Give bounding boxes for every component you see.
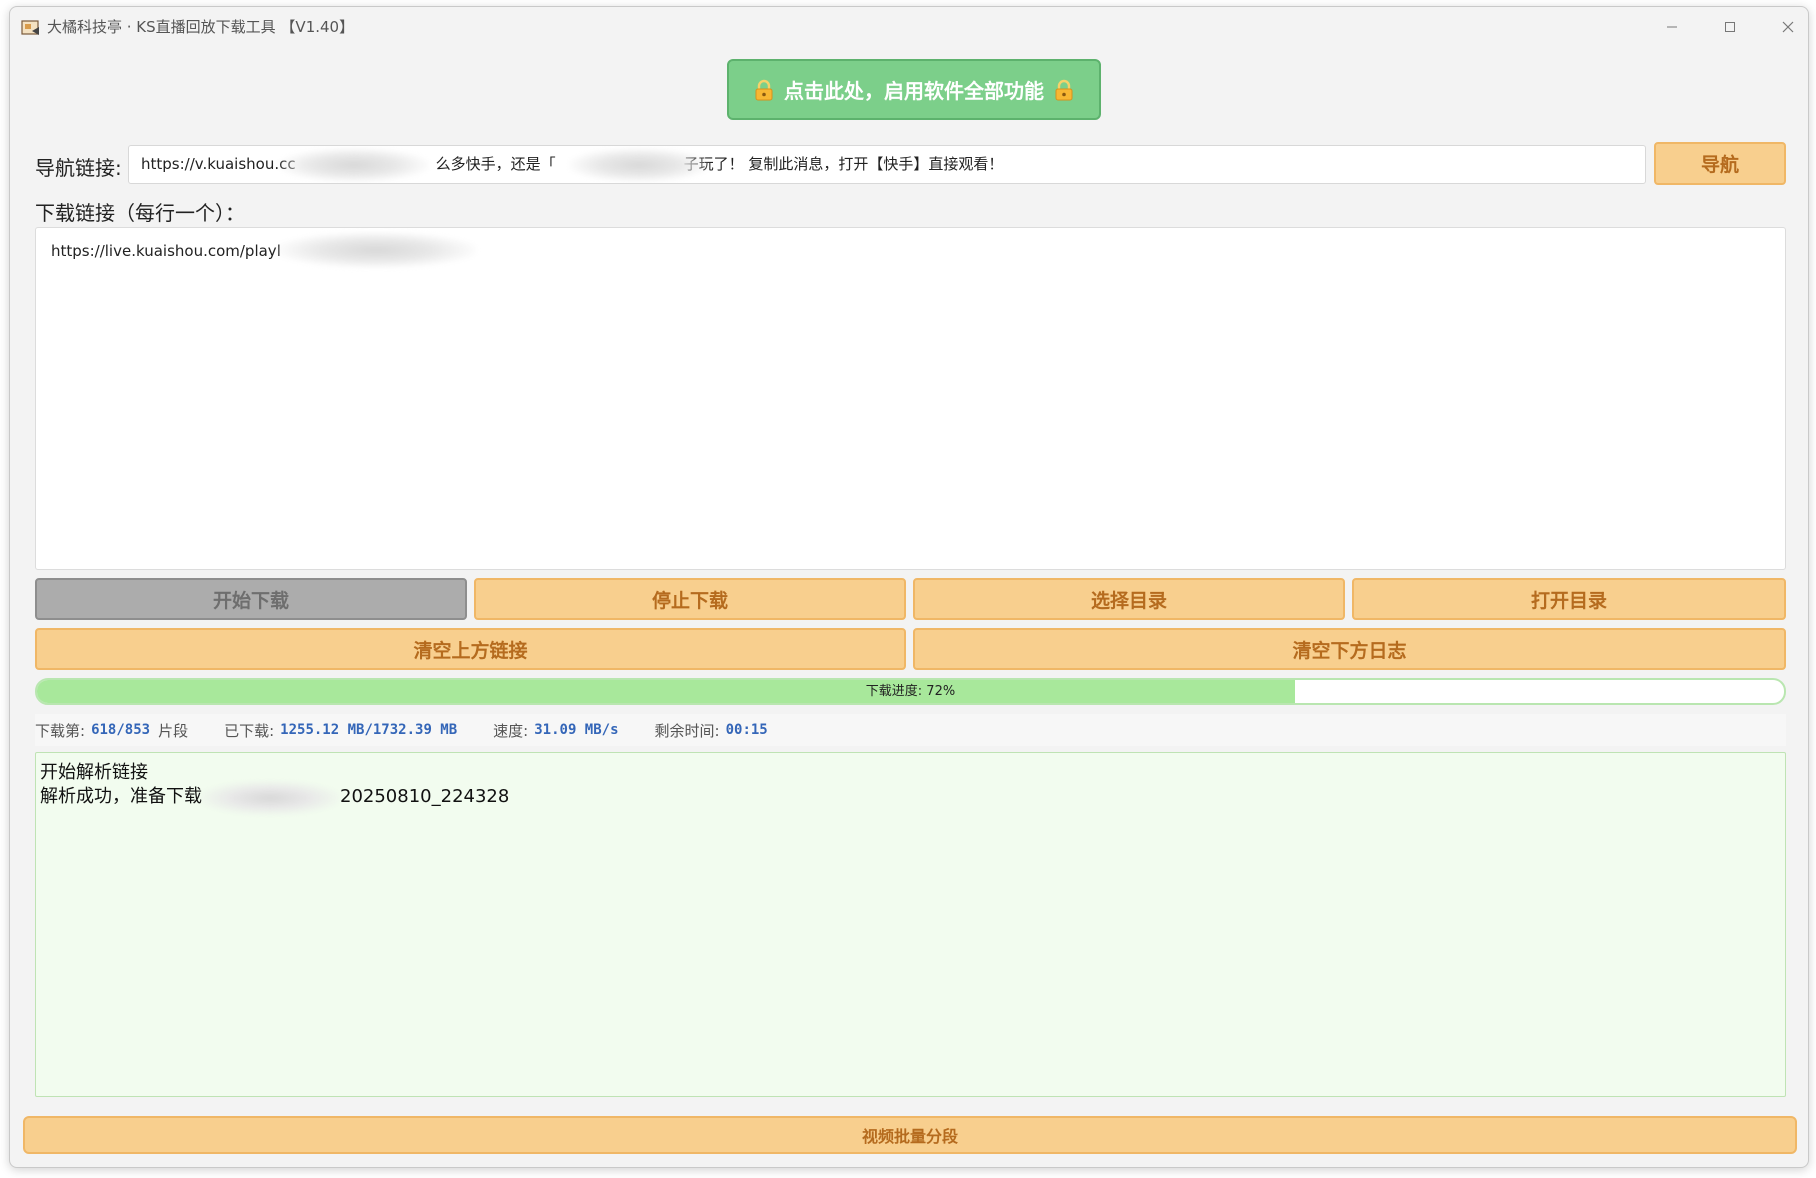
download-links-label: 下载链接（每行一个）： <box>35 201 245 225</box>
minimize-button[interactable] <box>1643 7 1701 47</box>
download-stats: 下载第: 618/853 片段 已下载: 1255.12 MB/1732.39 … <box>35 714 1786 746</box>
remaining-label: 剩余时间: <box>654 721 720 740</box>
redacted-blur <box>279 148 429 182</box>
maximize-button[interactable] <box>1701 7 1759 47</box>
redacted-blur <box>276 232 476 268</box>
choose-directory-button[interactable]: 选择目录 <box>913 578 1345 620</box>
nav-link-value-start: https://v.kuaishou.cc <box>141 155 296 173</box>
batch-segment-button[interactable]: 视频批量分段 <box>23 1116 1797 1154</box>
remaining-value: 00:15 <box>725 722 768 738</box>
download-progress-bar: 下载进度: 72% <box>35 678 1786 705</box>
log-line: 解析成功，准备下载 20250810_224328 <box>40 781 1781 815</box>
redacted-blur <box>569 148 709 182</box>
download-link-value: https://live.kuaishou.com/playl <box>51 242 281 260</box>
segment-stat: 下载第: 618/853 片段 <box>35 720 188 741</box>
redacted-blur <box>200 781 340 815</box>
speed-value: 31.09 MB/s <box>534 722 619 738</box>
lock-icon <box>1055 79 1073 100</box>
log-line-suffix: 20250810_224328 <box>340 786 510 807</box>
downloaded-value: 1255.12 MB/1732.39 MB <box>280 722 458 738</box>
segment-label: 下载第: <box>35 721 86 740</box>
segment-unit: 片段 <box>158 721 189 740</box>
unlock-label: 点击此处，启用软件全部功能 <box>784 79 1044 103</box>
remaining-stat: 剩余时间: 00:15 <box>655 720 768 741</box>
progress-label: 下载进度: 72% <box>865 684 956 699</box>
navigate-button[interactable]: 导航 <box>1654 142 1786 185</box>
speed-stat: 速度: 31.09 MB/s <box>493 720 618 741</box>
minimize-icon <box>1667 26 1677 28</box>
app-logo-icon <box>21 20 39 35</box>
download-links-textarea[interactable]: https://live.kuaishou.com/playl <box>35 227 1786 570</box>
clear-log-button[interactable]: 清空下方日志 <box>913 628 1786 670</box>
lock-icon <box>755 79 773 100</box>
speed-label: 速度: <box>493 721 529 740</box>
nav-link-value-end: 子玩了！ 复制此消息，打开【快手】直接观看！ <box>683 155 1004 173</box>
stop-download-button[interactable]: 停止下载 <box>474 578 906 620</box>
nav-link-value-mid: 么多快手，还是「 <box>435 155 556 173</box>
clear-links-button[interactable]: 清空上方链接 <box>35 628 906 670</box>
open-directory-button[interactable]: 打开目录 <box>1352 578 1786 620</box>
window-title: 大橘科技亭 · KS直播回放下载工具 【V1.40】 <box>47 18 355 36</box>
log-line-prefix: 解析成功，准备下载 <box>40 786 202 807</box>
unlock-full-features-button[interactable]: 点击此处，启用软件全部功能 <box>727 59 1101 120</box>
maximize-icon <box>1725 22 1735 32</box>
downloaded-stat: 已下载: 1255.12 MB/1732.39 MB <box>224 720 457 741</box>
title-bar: 大橘科技亭 · KS直播回放下载工具 【V1.40】 <box>10 7 1808 47</box>
nav-link-label: 导航链接: <box>35 156 122 180</box>
downloaded-label: 已下载: <box>224 721 275 740</box>
log-output[interactable]: 开始解析链接 解析成功，准备下载 20250810_224328 <box>35 752 1786 1097</box>
close-button[interactable] <box>1759 7 1808 47</box>
nav-link-input[interactable]: https://v.kuaishou.cc 么多快手，还是「 子玩了！ 复制此消息，… <box>128 145 1646 184</box>
start-download-button[interactable]: 开始下载 <box>35 578 467 620</box>
close-icon <box>1782 21 1794 33</box>
segment-value: 618/853 <box>91 722 151 738</box>
app-window: 大橘科技亭 · KS直播回放下载工具 【V1.40】 点击此处，启用软件全部功能… <box>9 6 1809 1168</box>
